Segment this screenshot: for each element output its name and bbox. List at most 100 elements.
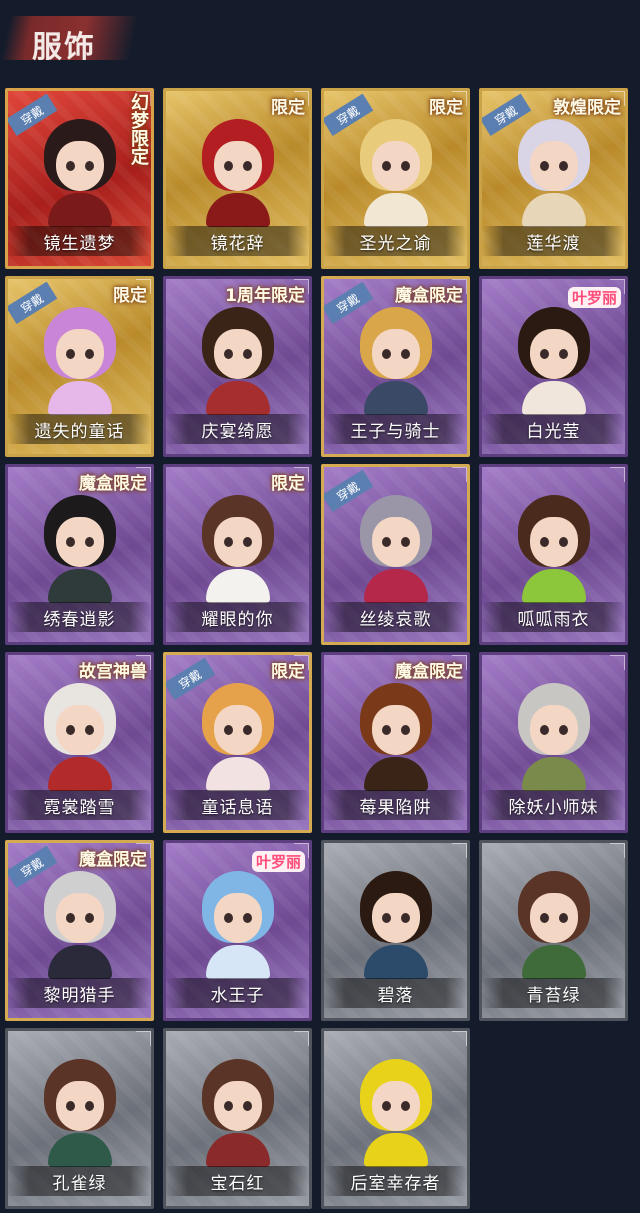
portrait-face bbox=[371, 1081, 420, 1131]
costume-card[interactable]: 穿戴 魔盒限定 王子与骑士 bbox=[321, 276, 470, 457]
portrait-eye bbox=[242, 725, 252, 735]
character-portrait bbox=[350, 113, 442, 227]
portrait-face bbox=[213, 893, 262, 943]
portrait-outfit bbox=[205, 381, 270, 415]
limited-tag: 限定 bbox=[113, 286, 147, 306]
portrait-face bbox=[371, 517, 420, 567]
costume-card[interactable]: 后室幸存者 bbox=[321, 1028, 470, 1209]
limited-tag: 魔盒限定 bbox=[395, 662, 463, 682]
portrait-face bbox=[55, 517, 104, 567]
costume-card[interactable]: 青苔绿 bbox=[479, 840, 628, 1021]
costume-card[interactable]: 碧落 bbox=[321, 840, 470, 1021]
portrait-eye bbox=[400, 349, 410, 359]
costume-name: 丝绫哀歌 bbox=[359, 609, 432, 630]
costume-card[interactable]: 穿戴 幻梦限定 镜生遗梦 bbox=[5, 88, 154, 269]
costume-name-bar: 镜生遗梦 bbox=[8, 226, 151, 256]
costume-name-bar: 白光莹 bbox=[482, 414, 625, 444]
costume-name-bar: 童话息语 bbox=[166, 790, 309, 820]
portrait-outfit bbox=[521, 945, 586, 979]
character-portrait bbox=[508, 113, 600, 227]
portrait-eye bbox=[84, 349, 94, 359]
card-corner bbox=[452, 1031, 467, 1046]
character-portrait bbox=[350, 1053, 442, 1167]
character-portrait bbox=[34, 113, 126, 227]
portrait-outfit bbox=[47, 569, 112, 603]
costume-name-bar: 遗失的童话 bbox=[8, 414, 151, 444]
limited-tag: 敦煌限定 bbox=[553, 98, 621, 118]
character-portrait bbox=[508, 489, 600, 603]
portrait-eye bbox=[65, 725, 75, 735]
character-portrait bbox=[34, 865, 126, 979]
costume-card[interactable]: 穿戴 限定 圣光之谕 bbox=[321, 88, 470, 269]
costume-card[interactable]: 除妖小师妹 bbox=[479, 652, 628, 833]
costume-card[interactable]: 穿戴 限定 童话息语 bbox=[163, 652, 312, 833]
costume-name: 后室幸存者 bbox=[350, 1173, 441, 1194]
portrait-eye bbox=[84, 537, 94, 547]
portrait-eye bbox=[65, 1101, 75, 1111]
costume-name: 呱呱雨衣 bbox=[517, 609, 590, 630]
costume-name-bar: 碧落 bbox=[324, 978, 467, 1008]
costume-card[interactable]: 宝石红 bbox=[163, 1028, 312, 1209]
portrait-outfit bbox=[205, 1133, 270, 1167]
card-corner bbox=[452, 467, 467, 482]
costume-name-bar: 霓裳踏雪 bbox=[8, 790, 151, 820]
portrait-eye bbox=[223, 725, 233, 735]
costume-card[interactable]: 限定 耀眼的你 bbox=[163, 464, 312, 645]
portrait-eye bbox=[381, 1101, 391, 1111]
costume-card[interactable]: 穿戴 魔盒限定 黎明猎手 bbox=[5, 840, 154, 1021]
portrait-face bbox=[55, 1081, 104, 1131]
portrait-outfit bbox=[47, 193, 112, 227]
costume-name: 莓果陷阱 bbox=[359, 797, 432, 818]
costume-card[interactable]: 1周年限定 庆宴绮愿 bbox=[163, 276, 312, 457]
portrait-face bbox=[371, 705, 420, 755]
portrait-outfit bbox=[205, 945, 270, 979]
portrait-face bbox=[371, 329, 420, 379]
costume-card[interactable]: 叶罗丽 白光莹 bbox=[479, 276, 628, 457]
portrait-eye bbox=[242, 161, 252, 171]
costume-card[interactable]: 穿戴 限定 遗失的童话 bbox=[5, 276, 154, 457]
portrait-face bbox=[213, 517, 262, 567]
card-corner bbox=[452, 843, 467, 858]
card-corner bbox=[610, 467, 625, 482]
portrait-eye bbox=[223, 537, 233, 547]
portrait-eye bbox=[558, 349, 568, 359]
character-portrait bbox=[34, 1053, 126, 1167]
costume-card[interactable]: 魔盒限定莓果陷阱 bbox=[321, 652, 470, 833]
character-portrait bbox=[192, 865, 284, 979]
costume-card[interactable]: 魔盒限定 绣春逍影 bbox=[5, 464, 154, 645]
costume-name: 遗失的童话 bbox=[34, 421, 125, 442]
portrait-eye bbox=[381, 537, 391, 547]
costume-name: 庆宴绮愿 bbox=[201, 421, 274, 442]
portrait-eye bbox=[558, 537, 568, 547]
character-portrait bbox=[508, 677, 600, 791]
costume-name-bar: 青苔绿 bbox=[482, 978, 625, 1008]
costume-card[interactable]: 穿戴 敦煌限定 莲华渡 bbox=[479, 88, 628, 269]
character-portrait bbox=[192, 301, 284, 415]
portrait-outfit bbox=[47, 381, 112, 415]
limited-tag: 幻梦限定 bbox=[128, 93, 149, 165]
costume-card[interactable]: 穿戴 丝绫哀歌 bbox=[321, 464, 470, 645]
costume-name: 镜花辞 bbox=[210, 233, 265, 254]
costume-name: 镜生遗梦 bbox=[43, 233, 116, 254]
portrait-eye bbox=[242, 913, 252, 923]
portrait-outfit bbox=[47, 1133, 112, 1167]
portrait-outfit bbox=[521, 569, 586, 603]
costume-card[interactable]: 叶罗丽 水王子 bbox=[163, 840, 312, 1021]
costume-name-bar: 除妖小师妹 bbox=[482, 790, 625, 820]
header: 服饰 bbox=[0, 0, 640, 88]
portrait-outfit bbox=[47, 945, 112, 979]
costume-card[interactable]: 孔雀绿 bbox=[5, 1028, 154, 1209]
costume-card[interactable]: 限定 镜花辞 bbox=[163, 88, 312, 269]
portrait-outfit bbox=[363, 1133, 428, 1167]
costume-card[interactable]: 呱呱雨衣 bbox=[479, 464, 628, 645]
portrait-eye bbox=[558, 161, 568, 171]
portrait-face bbox=[213, 1081, 262, 1131]
costume-name: 莲华渡 bbox=[526, 233, 581, 254]
costume-name-bar: 孔雀绿 bbox=[8, 1166, 151, 1196]
costume-card[interactable]: 故宫神兽 霓裳踏雪 bbox=[5, 652, 154, 833]
portrait-eye bbox=[65, 913, 75, 923]
portrait-eye bbox=[223, 1101, 233, 1111]
portrait-eye bbox=[84, 725, 94, 735]
portrait-outfit bbox=[521, 193, 586, 227]
character-portrait bbox=[192, 677, 284, 791]
